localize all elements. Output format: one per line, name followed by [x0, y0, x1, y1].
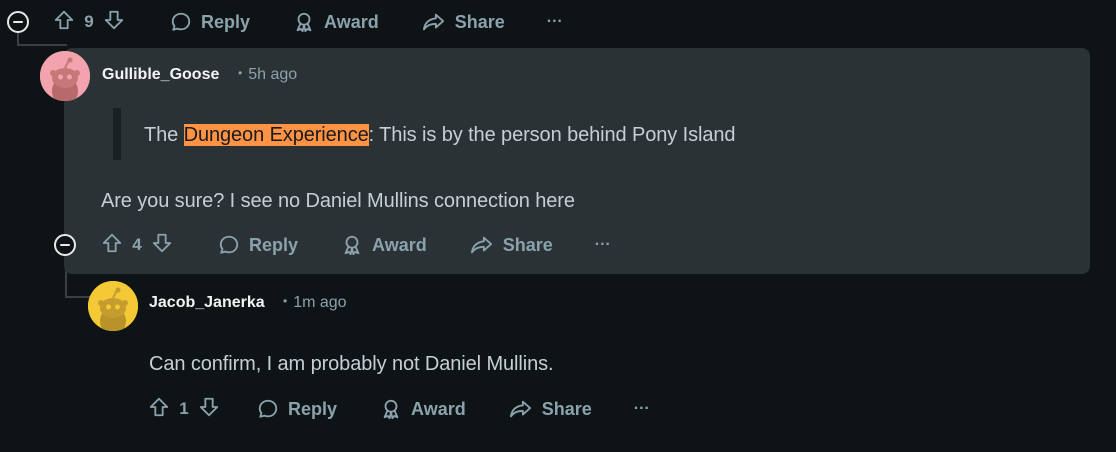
award-icon	[293, 11, 315, 33]
quote-after: : This is by the person behind Pony Isla…	[368, 124, 736, 146]
more-icon: ···	[633, 400, 650, 417]
reply-label: Reply	[249, 234, 299, 255]
share-label: Share	[541, 398, 592, 419]
reply-button[interactable]: Reply	[218, 234, 298, 256]
more-icon: ···	[546, 13, 563, 30]
collapse-icon	[60, 243, 70, 247]
comment-icon	[257, 398, 279, 420]
comment-timestamp: • 5h ago	[238, 66, 298, 83]
thread-line-child-elbow	[65, 296, 91, 298]
share-button[interactable]: Share	[422, 11, 505, 33]
more-options-button[interactable]: ···	[547, 13, 563, 31]
share-button[interactable]: Share	[509, 398, 592, 420]
vote-count: 4	[132, 235, 142, 254]
comment-body: Can confirm, I am probably not Daniel Mu…	[149, 353, 554, 375]
avatar[interactable]	[88, 281, 138, 331]
upvote-icon[interactable]	[53, 9, 75, 36]
upvote-icon[interactable]	[148, 396, 170, 423]
comment-action-bar: 4 Reply Award Share ···	[101, 229, 611, 261]
award-icon	[341, 234, 363, 256]
quote-before: The	[144, 124, 184, 146]
reply-label: Reply	[288, 398, 338, 419]
collapse-thread-button[interactable]	[54, 234, 76, 256]
comment-author[interactable]: Jacob_Janerka	[149, 294, 265, 312]
upvote-icon[interactable]	[101, 232, 123, 259]
award-label: Award	[372, 234, 427, 255]
share-label: Share	[502, 234, 553, 255]
comment-icon	[170, 11, 192, 33]
parent-action-bar: 9 Reply Award Share ···	[53, 6, 563, 38]
snoo-avatar-icon	[88, 281, 138, 331]
comment-action-bar: 1 Reply Award Share ···	[148, 393, 650, 425]
award-button[interactable]: Award	[341, 234, 427, 256]
more-options-button[interactable]: ···	[595, 236, 611, 254]
thread-line-elbow	[17, 44, 67, 46]
comment-author[interactable]: Gullible_Goose	[102, 66, 219, 84]
reply-label: Reply	[201, 11, 251, 32]
vote-control: 9	[53, 9, 125, 36]
more-options-button[interactable]: ···	[634, 400, 650, 418]
timestamp-text: 1m ago	[293, 294, 347, 311]
vote-control: 4	[101, 232, 173, 259]
share-icon	[422, 11, 446, 33]
comment-timestamp: • 1m ago	[283, 294, 347, 311]
share-button[interactable]: Share	[470, 234, 553, 256]
award-label: Award	[411, 398, 466, 419]
vote-control: 1	[148, 396, 220, 423]
timestamp-text: 5h ago	[248, 66, 298, 83]
snoo-avatar-icon	[40, 51, 90, 101]
reply-button[interactable]: Reply	[170, 11, 250, 33]
comment-body: Are you sure? I see no Daniel Mullins co…	[101, 190, 575, 212]
avatar[interactable]	[40, 51, 90, 101]
reply-button[interactable]: Reply	[257, 398, 337, 420]
vote-count: 9	[84, 12, 94, 31]
downvote-icon[interactable]	[103, 9, 125, 36]
award-button[interactable]: Award	[293, 11, 379, 33]
more-icon: ···	[594, 236, 611, 253]
search-highlight: Dungeon Experience	[183, 124, 369, 146]
vote-count: 1	[179, 399, 189, 418]
share-label: Share	[454, 11, 505, 32]
collapse-icon	[13, 20, 23, 24]
share-icon	[470, 234, 494, 256]
downvote-icon[interactable]	[198, 396, 220, 423]
comment-icon	[218, 234, 240, 256]
quote-bar	[113, 108, 121, 160]
comment-thread: 9 Reply Award Share ··· Gullible_Goose •…	[0, 0, 1116, 452]
downvote-icon[interactable]	[151, 232, 173, 259]
quoted-text: The Dungeon Experience: This is by the p…	[144, 124, 736, 147]
award-button[interactable]: Award	[380, 398, 466, 420]
share-icon	[509, 398, 533, 420]
collapse-thread-button[interactable]	[7, 11, 29, 33]
award-icon	[380, 398, 402, 420]
award-label: Award	[324, 11, 379, 32]
